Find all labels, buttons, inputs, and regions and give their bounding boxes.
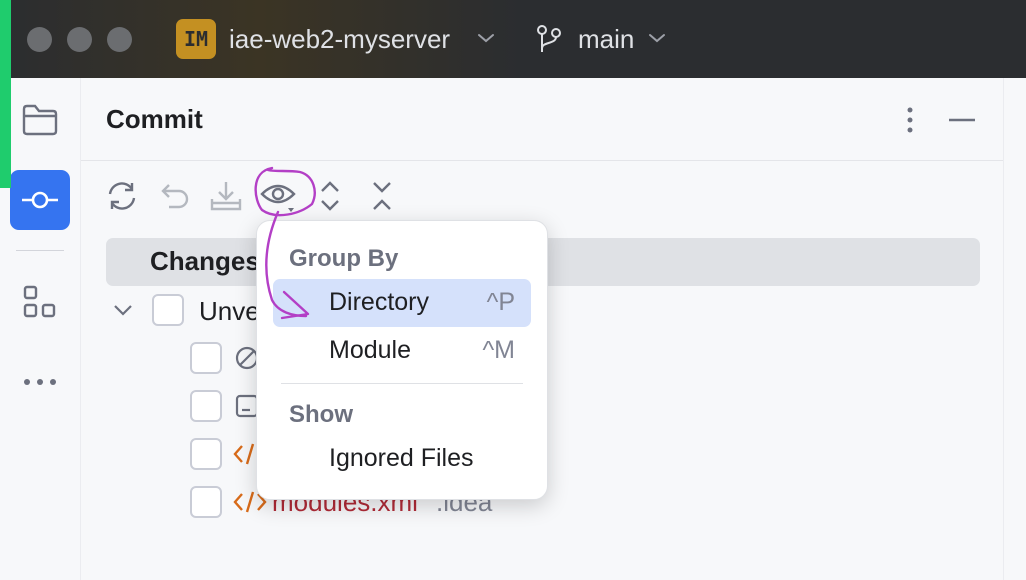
- menu-item-label: Module: [329, 336, 411, 364]
- tool-window-strip: [0, 78, 81, 580]
- rollback-icon: [161, 184, 189, 209]
- menu-item-directory[interactable]: Directory ^P: [273, 279, 531, 327]
- kebab-menu-icon[interactable]: [898, 106, 922, 136]
- collapse-all-icon: [373, 182, 391, 210]
- more-icon: [24, 379, 56, 385]
- expand-all-icon: [321, 181, 339, 211]
- title-bar: IM iae-web2-myserver main: [0, 0, 1026, 78]
- structure-tool-button[interactable]: [10, 272, 70, 332]
- more-tools-button[interactable]: [10, 352, 70, 412]
- structure-icon: [23, 285, 56, 318]
- minimize-window-button[interactable]: [67, 27, 92, 52]
- file-checkbox[interactable]: [190, 390, 222, 422]
- file-checkbox[interactable]: [190, 486, 222, 518]
- menu-item-ignored-files[interactable]: Ignored Files: [273, 435, 531, 483]
- header-separator: [81, 160, 1003, 161]
- commit-icon: [22, 191, 58, 209]
- commit-tool-button[interactable]: [10, 170, 70, 230]
- show-heading: Show: [289, 401, 353, 428]
- status-edge: [0, 0, 11, 188]
- menu-separator: [281, 383, 523, 384]
- rollback-button[interactable]: [157, 178, 193, 214]
- view-options-button[interactable]: [260, 178, 296, 214]
- chevron-down-icon[interactable]: [476, 30, 496, 46]
- unversioned-label: Unve: [199, 296, 260, 326]
- project-badge[interactable]: IM: [176, 19, 216, 59]
- group-by-heading: Group By: [289, 245, 399, 272]
- shelve-icon: [210, 182, 242, 211]
- project-name[interactable]: iae-web2-myserver: [229, 22, 450, 56]
- expand-all-button[interactable]: [312, 178, 348, 214]
- close-window-button[interactable]: [27, 27, 52, 52]
- menu-item-shortcut: ^P: [486, 288, 515, 316]
- file-checkbox[interactable]: [190, 438, 222, 470]
- unversioned-checkbox[interactable]: [152, 294, 184, 326]
- view-options-popup: Group By Directory ^P Module ^M Show Ign…: [256, 220, 548, 500]
- chevron-down-icon[interactable]: [647, 30, 667, 46]
- shelve-button[interactable]: [208, 178, 244, 214]
- zoom-window-button[interactable]: [107, 27, 132, 52]
- refresh-icon: [108, 182, 136, 210]
- menu-item-label: Ignored Files: [329, 444, 474, 472]
- file-checkbox[interactable]: [190, 342, 222, 374]
- panel-border: [1003, 78, 1004, 580]
- menu-item-label: Directory: [329, 288, 430, 316]
- view-options-icon: [260, 184, 296, 212]
- project-tool-button[interactable]: [10, 90, 70, 150]
- menu-item-module[interactable]: Module ^M: [273, 327, 531, 375]
- minimize-icon[interactable]: [947, 110, 977, 130]
- folder-icon: [22, 104, 58, 136]
- changes-label: Changes: [150, 246, 260, 276]
- menu-item-shortcut: ^M: [482, 336, 515, 364]
- collapse-all-button[interactable]: [364, 178, 400, 214]
- strip-separator: [16, 250, 64, 251]
- branch-name[interactable]: main: [578, 22, 634, 56]
- refresh-button[interactable]: [104, 178, 140, 214]
- git-branch-icon: [537, 25, 561, 52]
- chevron-down-icon[interactable]: [112, 300, 134, 320]
- panel-title: Commit: [106, 104, 203, 134]
